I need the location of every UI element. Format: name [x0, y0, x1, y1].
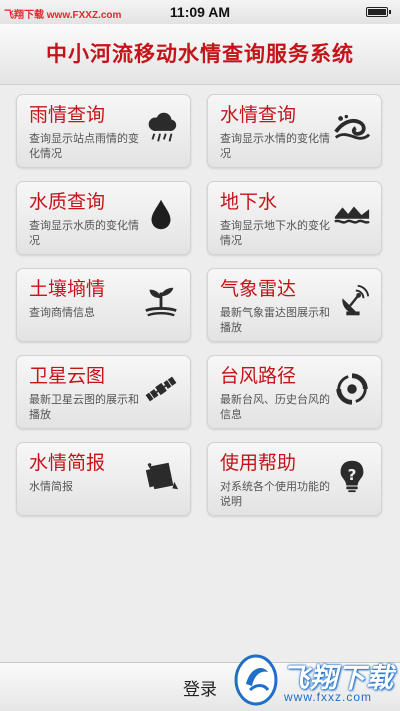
tile-desc: 查询显示水情的变化情况: [220, 132, 330, 160]
menu-tile-satellite[interactable]: 卫星云图 最新卫星云图的展示和播放: [16, 355, 191, 429]
menu-tile-briefing[interactable]: 水情简报 水情简报: [16, 442, 191, 516]
tile-desc: 最新台风、历史台风的信息: [220, 393, 330, 421]
tile-title: 雨情查询: [29, 104, 106, 126]
status-time: 11:09 AM: [169, 4, 231, 20]
menu-tile-soil-moisture[interactable]: 土壤墒情 查询商情信息: [16, 268, 191, 342]
tile-desc: 水情简报: [29, 480, 73, 493]
water-drop-icon: [142, 196, 180, 234]
rain-cloud-icon: [142, 109, 180, 147]
svg-text:?: ?: [348, 466, 357, 484]
groundwater-icon: [333, 196, 371, 234]
tile-desc: 查询显示地下水的变化情况: [220, 219, 330, 247]
menu-tile-water-level[interactable]: 水情查询 查询显示水情的变化情况: [207, 94, 382, 168]
menu-tile-weather-radar[interactable]: 气象雷达 最新气象雷达图展示和播放: [207, 268, 382, 342]
briefing-icon: [142, 457, 180, 495]
menu-tile-help[interactable]: 使用帮助 对系统各个使用功能的说明 ?: [207, 442, 382, 516]
status-bar: 飞翔下载 www.FXXZ.com 11:09 AM: [0, 0, 400, 24]
menu-tile-typhoon[interactable]: 台风路径 最新台风、历史台风的信息: [207, 355, 382, 429]
tile-title: 土壤墒情: [29, 278, 106, 300]
page-title: 中小河流移动水情查询服务系统: [46, 42, 354, 66]
menu-tile-water-quality[interactable]: 水质查询 查询显示水质的变化情况: [16, 181, 191, 255]
tile-desc: 最新气象雷达图展示和播放: [220, 306, 330, 334]
tile-title: 气象雷达: [220, 278, 297, 300]
tile-title: 卫星云图: [29, 365, 106, 387]
help-icon: ?: [333, 457, 371, 495]
tile-title: 水情查询: [220, 104, 297, 126]
app-header: 中小河流移动水情查询服务系统: [0, 24, 400, 85]
satellite-icon: [142, 370, 180, 408]
tile-desc: 查询显示站点雨情的变化情况: [29, 132, 139, 160]
radar-dish-icon: [333, 283, 371, 321]
sprout-icon: [142, 283, 180, 321]
tile-title: 使用帮助: [220, 452, 297, 474]
water-wave-icon: [333, 109, 371, 147]
tile-desc: 查询显示水质的变化情况: [29, 219, 139, 247]
tile-title: 地下水: [220, 191, 278, 213]
watermark-url: www.fxxz.com: [284, 690, 373, 704]
tile-desc: 查询商情信息: [29, 306, 95, 319]
tile-title: 水质查询: [29, 191, 106, 213]
menu-tile-groundwater[interactable]: 地下水 查询显示地下水的变化情况: [207, 181, 382, 255]
tile-title: 台风路径: [220, 365, 297, 387]
tile-desc: 对系统各个使用功能的说明: [220, 480, 330, 508]
menu-tile-rain[interactable]: 雨情查询 查询显示站点雨情的变化情况: [16, 94, 191, 168]
typhoon-icon: [333, 370, 371, 408]
battery-icon: [366, 7, 391, 17]
tile-title: 水情简报: [29, 452, 106, 474]
watermark-logo-icon: [234, 654, 278, 706]
tile-desc: 最新卫星云图的展示和播放: [29, 393, 139, 421]
